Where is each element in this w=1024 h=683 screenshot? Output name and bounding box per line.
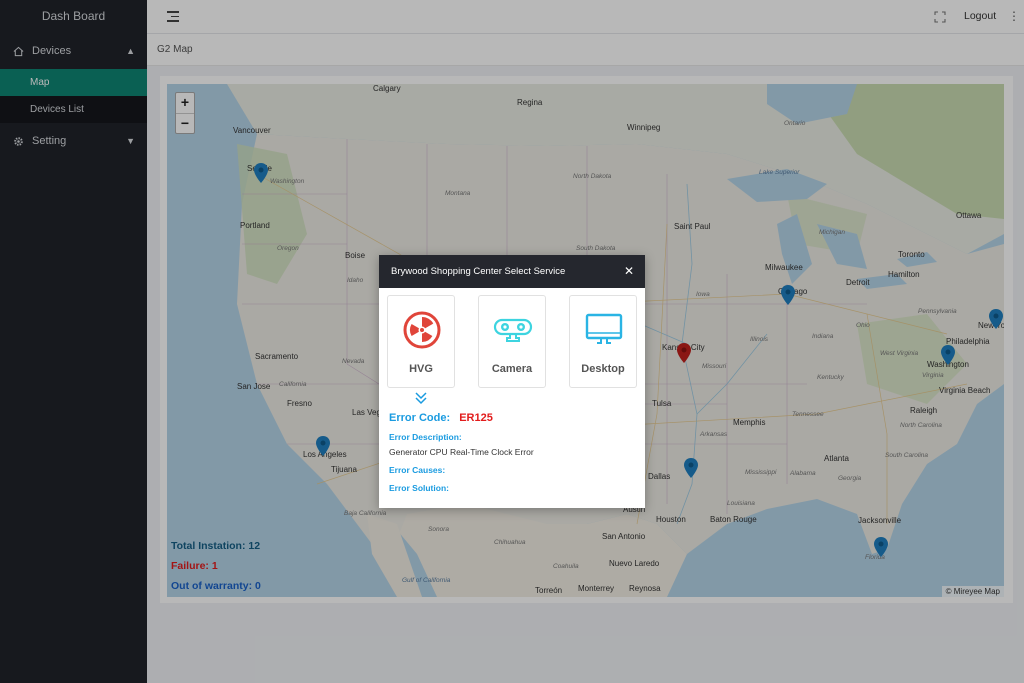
error-code-row: Error Code: ER125 bbox=[389, 412, 493, 424]
error-code-value: ER125 bbox=[459, 412, 493, 424]
close-icon[interactable]: ✕ bbox=[624, 255, 634, 288]
service-camera-label: Camera bbox=[491, 363, 533, 375]
error-causes-label: Error Causes: bbox=[389, 465, 446, 475]
modal-title: Brywood Shopping Center Select Service bbox=[391, 266, 566, 277]
service-camera-button[interactable]: Camera bbox=[478, 295, 546, 388]
camera-icon bbox=[493, 318, 533, 342]
modal-header: Brywood Shopping Center Select Service ✕ bbox=[379, 255, 645, 288]
error-solution-label: Error Solution: bbox=[389, 483, 449, 493]
monitor-icon bbox=[585, 313, 623, 344]
service-hvg-button[interactable]: HVG bbox=[387, 295, 455, 388]
error-description-text: Generator CPU Real-Time Clock Error bbox=[389, 447, 534, 457]
radiation-icon bbox=[403, 311, 441, 349]
service-desktop-button[interactable]: Desktop bbox=[569, 295, 637, 388]
chevron-double-down-icon[interactable] bbox=[414, 391, 428, 405]
service-desktop-label: Desktop bbox=[581, 363, 625, 375]
error-code-label: Error Code: bbox=[389, 412, 451, 424]
service-hvg-label: HVG bbox=[409, 363, 433, 375]
error-description-label: Error Description: bbox=[389, 432, 462, 442]
select-service-modal: Brywood Shopping Center Select Service ✕… bbox=[379, 255, 645, 508]
